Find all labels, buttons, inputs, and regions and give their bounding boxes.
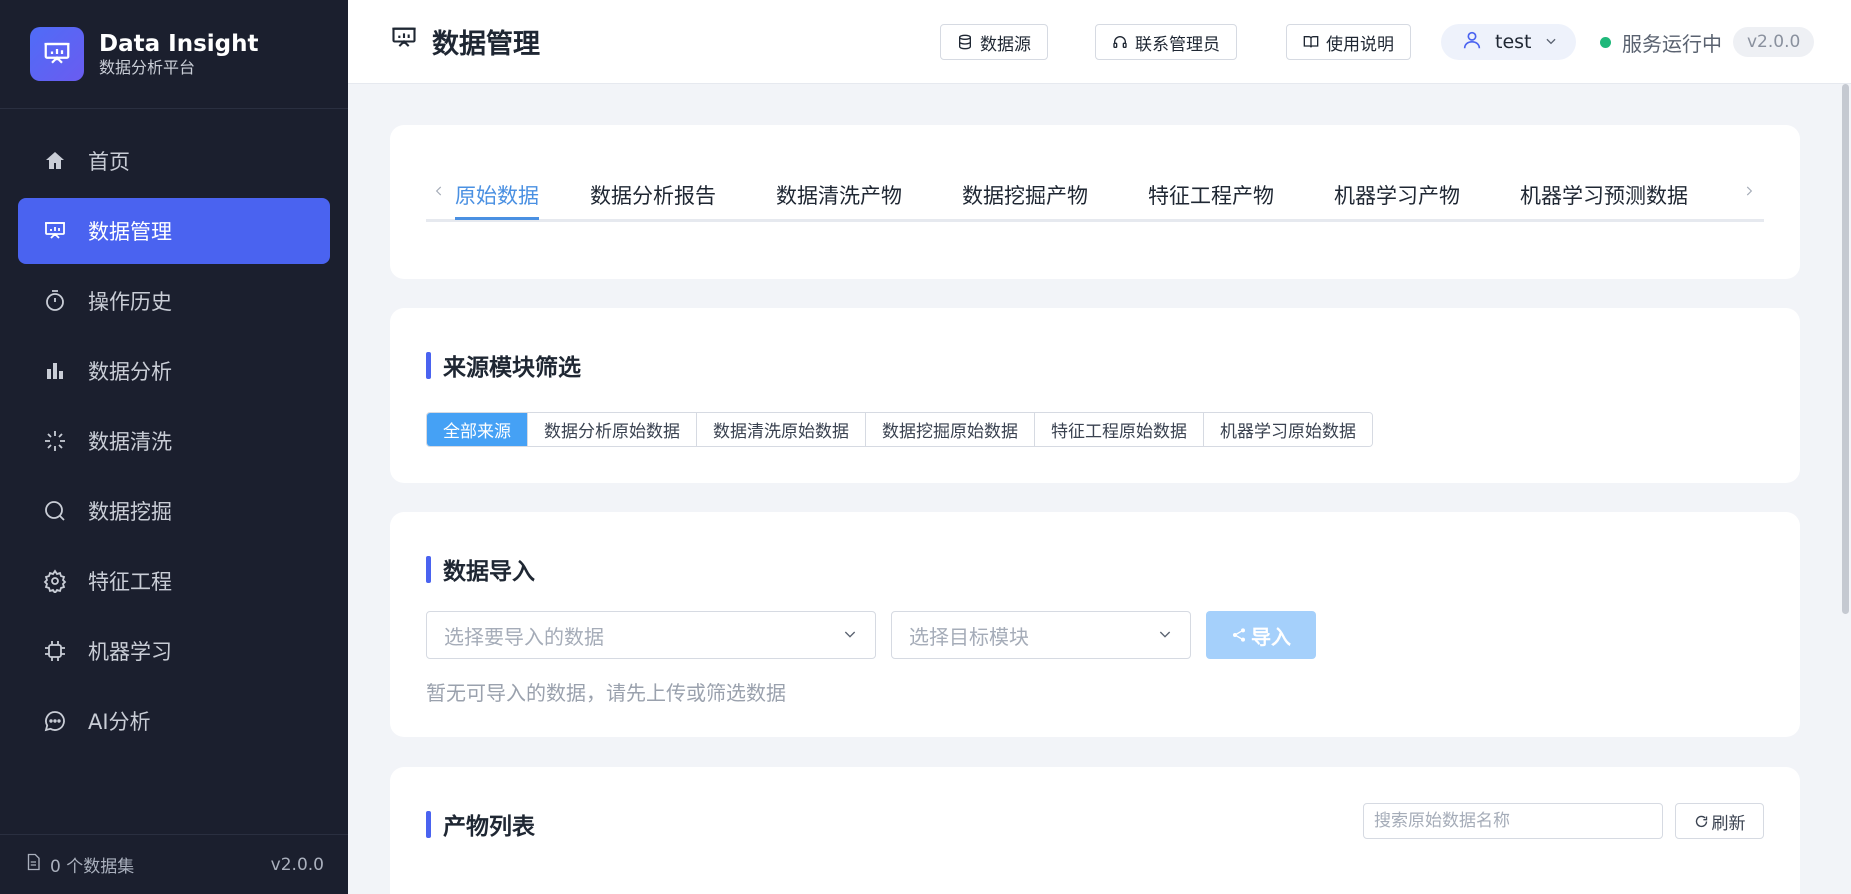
chevron-left-icon[interactable] [432, 181, 446, 205]
sidebar-item-label: 操作历史 [88, 290, 172, 314]
sidebar-footer: 0 个数据集 v2.0.0 [0, 834, 348, 894]
status-text: 服务运行中 [1622, 31, 1722, 56]
filter-option-all[interactable]: 全部来源 [427, 413, 528, 446]
chevron-right-icon[interactable] [1742, 181, 1756, 205]
document-icon [24, 853, 42, 876]
sidebar-item-label: 特征工程 [88, 570, 172, 594]
filter-option-cleaning[interactable]: 数据清洗原始数据 [697, 413, 866, 446]
presentation-icon [42, 218, 68, 244]
tab-raw-data[interactable]: 原始数据 [455, 180, 539, 210]
datasource-button[interactable]: 数据源 [940, 24, 1048, 60]
section-title: 数据导入 [426, 552, 535, 586]
tab-analysis-report[interactable]: 数据分析报告 [590, 180, 716, 210]
brand-logo [30, 27, 84, 81]
sidebar-nav: 首页 数据管理 操作历史 数据分析 数据清洗 数据挖掘 特征工程 机器学习 AI… [0, 109, 348, 754]
home-icon [42, 148, 68, 174]
service-status: 服务运行中 v2.0.0 [1600, 24, 1815, 60]
section-accent-bar [426, 351, 431, 379]
sidebar-item-ai-analysis[interactable]: AI分析 [18, 688, 330, 754]
import-hint: 暂无可导入的数据，请先上传或筛选数据 [426, 681, 786, 705]
import-data-select[interactable]: 选择要导入的数据 [426, 611, 876, 659]
sidebar-item-mining[interactable]: 数据挖掘 [18, 478, 330, 544]
contact-admin-button[interactable]: 联系管理员 [1095, 24, 1237, 60]
search-icon [42, 498, 68, 524]
tab-baseline [426, 219, 1764, 222]
sidebar-item-label: 数据分析 [88, 360, 172, 384]
product-list-card: 产物列表 刷新 [390, 767, 1800, 894]
user-menu[interactable]: test [1441, 24, 1576, 60]
tab-ml-output[interactable]: 机器学习产物 [1334, 180, 1460, 210]
filter-option-analysis[interactable]: 数据分析原始数据 [528, 413, 697, 446]
user-icon [1461, 29, 1483, 56]
sidebar-item-label: 数据挖掘 [88, 500, 172, 524]
main-scrollbar[interactable] [1840, 84, 1851, 894]
tab-feature-output[interactable]: 特征工程产物 [1148, 180, 1274, 210]
sidebar-item-label: 数据管理 [88, 220, 172, 244]
version-badge: v2.0.0 [1733, 27, 1815, 57]
timer-icon [42, 288, 68, 314]
sidebar-item-home[interactable]: 首页 [18, 128, 330, 194]
data-import-card: 数据导入 选择要导入的数据 选择目标模块 导入 暂无可导入的数据，请先上传或筛选… [390, 512, 1800, 737]
share-icon [1231, 627, 1247, 643]
source-filter-segmented: 全部来源 数据分析原始数据 数据清洗原始数据 数据挖掘原始数据 特征工程原始数据… [426, 412, 1373, 447]
section-title: 产物列表 [426, 807, 535, 841]
brand-title: Data Insight [99, 31, 259, 57]
scrollbar-thumb[interactable] [1842, 84, 1849, 614]
product-search-input[interactable] [1363, 803, 1663, 839]
sparkle-icon [42, 428, 68, 454]
sidebar-item-label: 首页 [88, 150, 130, 174]
chevron-down-icon [1157, 623, 1173, 647]
gear-icon [42, 568, 68, 594]
source-filter-card: 来源模块筛选 全部来源 数据分析原始数据 数据清洗原始数据 数据挖掘原始数据 特… [390, 308, 1800, 483]
import-button[interactable]: 导入 [1206, 611, 1316, 659]
sidebar-item-feature-engineering[interactable]: 特征工程 [18, 548, 330, 614]
tabs-card: 原始数据 数据分析报告 数据清洗产物 数据挖掘产物 特征工程产物 机器学习产物 … [390, 125, 1800, 279]
sidebar-item-history[interactable]: 操作历史 [18, 268, 330, 334]
target-module-select[interactable]: 选择目标模块 [891, 611, 1191, 659]
chat-icon [42, 708, 68, 734]
tab-mining-output[interactable]: 数据挖掘产物 [962, 180, 1088, 210]
tab-cleaning-output[interactable]: 数据清洗产物 [776, 180, 902, 210]
sidebar-item-analysis[interactable]: 数据分析 [18, 338, 330, 404]
filter-option-mining[interactable]: 数据挖掘原始数据 [866, 413, 1035, 446]
brand: Data Insight 数据分析平台 [0, 0, 348, 109]
tab-bar: 原始数据 数据分析报告 数据清洗产物 数据挖掘产物 特征工程产物 机器学习产物 … [426, 125, 1764, 222]
user-name: test [1495, 31, 1532, 53]
section-title: 来源模块筛选 [426, 348, 581, 382]
database-icon [957, 34, 973, 50]
chip-icon [42, 638, 68, 664]
sidebar: Data Insight 数据分析平台 首页 数据管理 操作历史 数据分析 数据… [0, 0, 348, 894]
tab-ml-prediction[interactable]: 机器学习预测数据 [1520, 180, 1688, 210]
presentation-icon [390, 24, 418, 59]
filter-option-feature[interactable]: 特征工程原始数据 [1035, 413, 1204, 446]
book-icon [1303, 34, 1319, 50]
header: 数据管理 数据源 联系管理员 使用说明 test 服务运行中 v2.0.0 [348, 0, 1851, 84]
refresh-button[interactable]: 刷新 [1675, 803, 1764, 839]
sidebar-item-machine-learning[interactable]: 机器学习 [18, 618, 330, 684]
user-guide-button[interactable]: 使用说明 [1286, 24, 1411, 60]
chevron-down-icon [1544, 31, 1558, 53]
status-dot [1600, 36, 1611, 48]
sidebar-item-label: AI分析 [88, 710, 151, 734]
sidebar-item-label: 机器学习 [88, 640, 172, 664]
dataset-count: 0 个数据集 [50, 857, 135, 877]
sidebar-item-label: 数据清洗 [88, 430, 172, 454]
presentation-icon [44, 42, 70, 64]
chevron-down-icon [842, 623, 858, 647]
sidebar-version: v2.0.0 [270, 854, 324, 875]
page-title: 数据管理 [390, 22, 540, 61]
tab-active-indicator [455, 217, 539, 220]
brand-subtitle: 数据分析平台 [99, 58, 196, 77]
refresh-icon [1694, 814, 1709, 829]
section-accent-bar [426, 555, 431, 583]
bar-chart-icon [42, 358, 68, 384]
sidebar-item-data-management[interactable]: 数据管理 [18, 198, 330, 264]
page-title-text: 数据管理 [432, 29, 540, 60]
sidebar-item-cleaning[interactable]: 数据清洗 [18, 408, 330, 474]
section-accent-bar [426, 810, 431, 838]
headset-icon [1112, 34, 1128, 50]
filter-option-ml[interactable]: 机器学习原始数据 [1204, 413, 1372, 446]
